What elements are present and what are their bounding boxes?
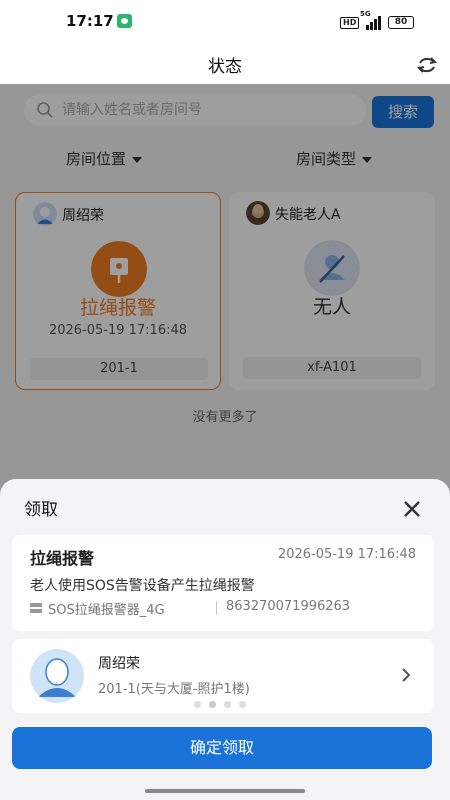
- close-icon[interactable]: [402, 499, 422, 519]
- divider: [216, 601, 217, 615]
- confirm-claim-button[interactable]: 确定领取: [12, 727, 432, 769]
- hd-badge: HD: [340, 17, 360, 29]
- alarm-type: 拉绳报警: [30, 549, 95, 568]
- claim-sheet: 领取 拉绳报警 2026-05-19 17:16:48 老人使用SOS告警设备产…: [0, 479, 450, 800]
- device-name: SOS拉绳报警器_4G: [48, 603, 165, 618]
- refresh-icon[interactable]: [415, 53, 439, 77]
- device-icon: [30, 603, 42, 613]
- clock: 17:17: [66, 12, 114, 30]
- home-indicator: [145, 789, 305, 793]
- network-type: 5G: [360, 10, 371, 18]
- page-title: 状态: [208, 57, 242, 77]
- alarm-detail-card: 拉绳报警 2026-05-19 17:16:48 老人使用SOS告警设备产生拉绳…: [12, 535, 434, 631]
- avatar: [30, 649, 84, 703]
- alarm-time: 2026-05-19 17:16:48: [277, 547, 416, 562]
- person-room: 201-1(天与大厦-照护1楼): [98, 682, 250, 697]
- signal-icon: 5G: [360, 10, 382, 30]
- alarm-description: 老人使用SOS告警设备产生拉绳报警: [30, 578, 255, 594]
- person-name: 周绍荣: [98, 656, 140, 672]
- status-bar: 17:17 HD 5G 80: [0, 0, 450, 44]
- chevron-right-icon: [402, 668, 411, 682]
- pager-dots: [194, 701, 254, 709]
- device-id: 863270071996263: [226, 599, 351, 614]
- battery-icon: 80: [388, 16, 414, 29]
- top-nav: 状态: [0, 44, 450, 84]
- app-notification-icon: [117, 14, 132, 28]
- sheet-title: 领取: [24, 500, 58, 520]
